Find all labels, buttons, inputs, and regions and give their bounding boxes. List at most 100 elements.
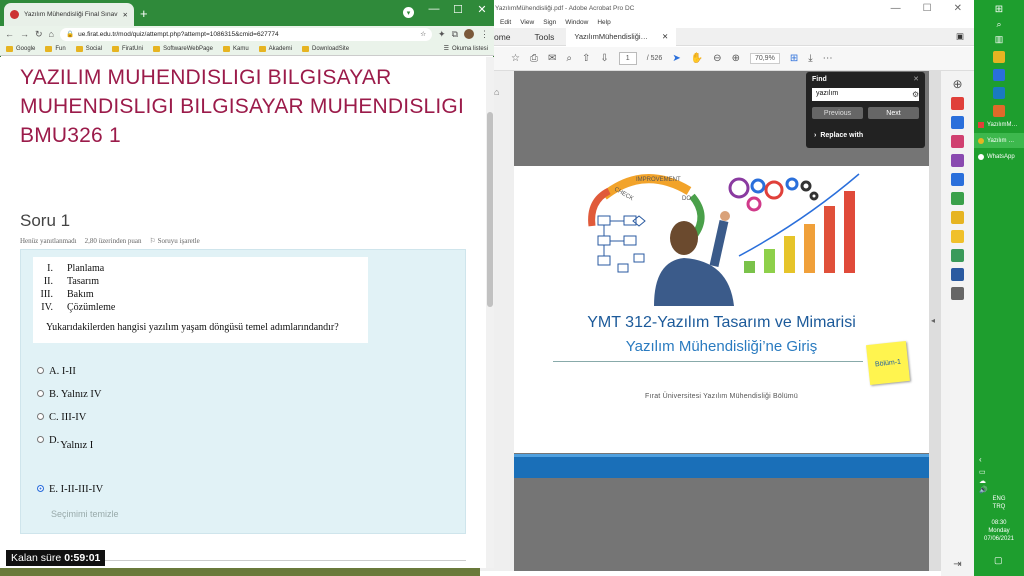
menu-edit[interactable]: Edit [500, 19, 511, 26]
print-icon[interactable]: ⎙ [530, 53, 538, 64]
scrollbar-thumb[interactable] [487, 112, 493, 307]
bookmark-fun[interactable]: Fun [45, 45, 66, 52]
find-next-button[interactable]: Next [868, 107, 919, 119]
answer-option-d[interactable]: D. Yalnız I [37, 435, 93, 451]
menu-view[interactable]: View [520, 19, 534, 26]
protect-icon[interactable] [951, 268, 964, 281]
tray-chevron-icon[interactable]: ‹ [979, 455, 982, 464]
bookmark-firatuni[interactable]: FiratUni [112, 45, 143, 52]
tab-close-icon[interactable]: ✕ [123, 11, 128, 19]
bookmark-social[interactable]: Social [75, 45, 102, 52]
page-scrollbar[interactable] [486, 57, 494, 568]
store-icon[interactable] [993, 105, 1005, 117]
flag-question-link[interactable]: ⚐ Soruyu işaretle [150, 237, 200, 245]
expand-pane-icon[interactable]: ⇥ [953, 559, 961, 570]
back-icon[interactable]: ← [5, 29, 14, 39]
radio-button[interactable] [37, 367, 44, 374]
bookmark-star-icon[interactable]: ☆ [420, 30, 426, 38]
more-tools-icon[interactable]: ⋯ [823, 53, 833, 64]
edit-pdf-icon[interactable] [951, 135, 964, 148]
home-icon[interactable]: ⌂ [49, 29, 54, 39]
annotate-icon[interactable]: ⤓ [808, 53, 812, 64]
page-number-input[interactable]: 1 [618, 52, 637, 65]
page-up-icon[interactable]: ⇧ [582, 53, 590, 64]
zoom-in-icon[interactable]: ⊕ [732, 53, 740, 64]
page-fit-icon[interactable]: ⊞ [790, 53, 798, 64]
page-down-icon[interactable]: ⇩ [600, 53, 608, 64]
profile-avatar[interactable] [464, 29, 474, 39]
minimize-icon[interactable]: — [891, 3, 901, 14]
chrome-minimize-icon[interactable]: — [422, 0, 446, 18]
collapse-right-icon[interactable]: ◂ [931, 316, 935, 325]
bookmark-star-icon[interactable]: ☆ [511, 53, 520, 64]
edge-icon[interactable] [993, 69, 1005, 81]
tab-search-icon[interactable]: ▾ [403, 7, 414, 18]
tray-icons[interactable]: ▭ ☁ 🔊 [979, 468, 988, 495]
comment-tool-icon[interactable] [951, 230, 964, 243]
forward-icon[interactable]: → [20, 29, 29, 39]
chrome-menu-icon[interactable]: ⋮ [480, 29, 489, 40]
more-tools-pane-icon[interactable] [951, 287, 964, 300]
input-language[interactable]: ENG TRQ [974, 495, 1024, 511]
send-review-icon[interactable] [951, 211, 964, 224]
answer-option-e[interactable]: E. I-II-III-IV [37, 484, 103, 495]
answer-option-c[interactable]: C. III-IV [37, 412, 86, 423]
answer-option-a[interactable]: A. I-II [37, 366, 76, 377]
zoom-tool-icon[interactable]: ⊕ [952, 77, 962, 91]
bookmark-akademi[interactable]: Akademi [258, 45, 292, 52]
reading-list[interactable]: ☰ Okuma listesi [444, 45, 488, 53]
notification-icon[interactable]: ▢ [994, 555, 1003, 566]
chrome-close-icon[interactable]: ✕ [470, 0, 494, 18]
maximize-icon[interactable]: ☐ [923, 3, 932, 14]
zoom-search-icon[interactable]: ⌕ [566, 53, 572, 64]
new-tab-icon[interactable]: + [140, 6, 148, 21]
tab-tools[interactable]: Tools [523, 32, 567, 42]
radio-button-selected[interactable] [37, 485, 44, 492]
find-previous-button[interactable]: Previous [812, 107, 863, 119]
bookmark-downloadsite[interactable]: DownloadSite [302, 45, 349, 52]
radio-button[interactable] [37, 390, 44, 397]
panel-toggle-icon[interactable]: ⌂ [494, 87, 499, 97]
radio-button[interactable] [37, 436, 44, 443]
find-input[interactable]: yazılım [812, 88, 919, 101]
fill-sign-icon[interactable] [951, 154, 964, 167]
organize-pages-icon[interactable] [951, 192, 964, 205]
tab-document[interactable]: YazılımMühendisliği… ✕ [566, 27, 677, 46]
zoom-level-select[interactable]: 70,9% [749, 53, 780, 64]
clear-choice-link[interactable]: Seçimimi temizle [51, 509, 119, 519]
hand-tool-icon[interactable]: ✋ [691, 53, 703, 64]
create-pdf-icon[interactable] [951, 97, 964, 110]
answer-option-b[interactable]: B. Yalnız IV [37, 389, 102, 400]
comment-icon[interactable]: ▣ [956, 31, 974, 42]
taskbar-app-chrome[interactable]: Yazılım … [974, 133, 1024, 148]
select-cursor-icon[interactable]: ➤ [672, 53, 680, 64]
find-settings-icon[interactable]: ⚙ [912, 90, 919, 99]
puzzle-icon[interactable]: ⧉ [452, 29, 458, 40]
chrome-tab-quiz[interactable]: Yazılım Mühendisliği Final Sınav… ✕ [4, 3, 134, 26]
taskbar-app-whatsapp[interactable]: WhatsApp [974, 149, 1024, 164]
taskbar-app-acrobat[interactable]: YazılımM… [974, 117, 1024, 132]
close-icon[interactable]: ✕ [954, 3, 962, 14]
reload-icon[interactable]: ↻ [35, 29, 43, 40]
chrome-maximize-icon[interactable]: ☐ [446, 0, 470, 18]
zoom-out-icon[interactable]: ⊖ [713, 53, 721, 64]
menu-sign[interactable]: Sign [543, 19, 556, 26]
search-icon[interactable]: ⌕ [996, 19, 1001, 30]
find-replace-toggle[interactable]: › Replace with [814, 132, 863, 139]
taskbar-clock[interactable]: 08:30 Monday 07/06/2021 [974, 519, 1024, 543]
bookmark-kamu[interactable]: Kamu [222, 45, 249, 52]
radio-button[interactable] [37, 413, 44, 420]
task-view-icon[interactable]: ▥ [995, 34, 1004, 45]
file-explorer-icon[interactable] [993, 51, 1005, 63]
combine-files-icon[interactable] [951, 173, 964, 186]
bookmark-google[interactable]: Google [6, 45, 35, 52]
bookmark-softwarewebpage[interactable]: SoftwareWebPage [153, 45, 213, 52]
email-icon[interactable]: ✉ [548, 53, 556, 64]
export-pdf-icon[interactable] [951, 116, 964, 129]
extensions-icon[interactable]: ✦ [438, 29, 446, 40]
menu-help[interactable]: Help [597, 19, 610, 26]
find-close-icon[interactable]: ✕ [913, 75, 919, 83]
acrobat-right-collapse[interactable]: ◂ [929, 71, 941, 571]
scan-ocr-icon[interactable] [951, 249, 964, 262]
tab-close-icon[interactable]: ✕ [662, 32, 668, 41]
